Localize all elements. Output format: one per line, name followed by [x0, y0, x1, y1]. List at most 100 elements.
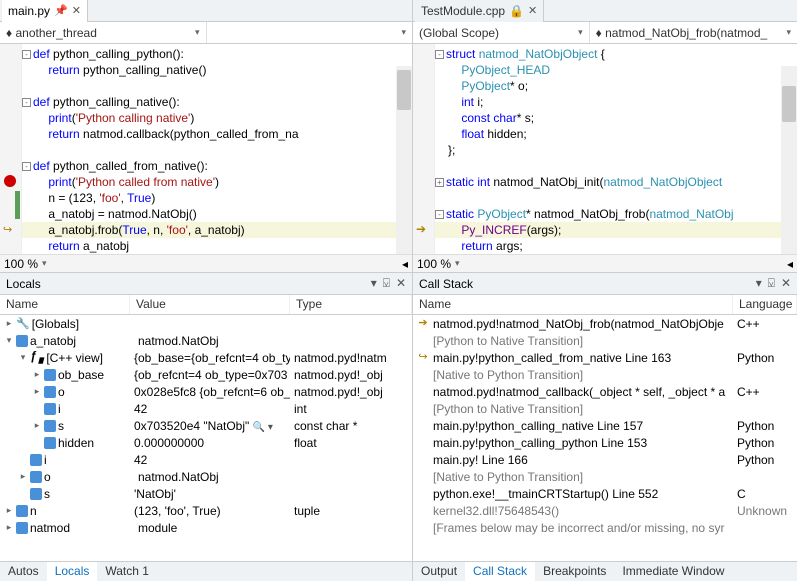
expand-toggle[interactable]: ▸ — [32, 386, 42, 397]
window-dropdown-icon[interactable]: ▾ — [756, 276, 762, 291]
locals-row[interactable]: ▸ natmodmodule — [0, 519, 412, 536]
callstack-row[interactable]: [Python to Native Transition] — [413, 400, 797, 417]
left-zoom-bar: 100 % ▾ ◂ — [0, 254, 412, 272]
locals-row[interactable]: ▸🔧 [Globals] — [0, 315, 412, 332]
chevron-left-icon[interactable]: ◂ — [402, 257, 408, 271]
locals-row[interactable]: ▸ o0x028e5fc8 {ob_refcnt=6 ob_tnatmod.py… — [0, 383, 412, 400]
locals-row[interactable]: ▾ƒ∎ [C++ view]{ob_base={ob_refcnt=4 ob_t… — [0, 349, 412, 366]
var-value: {ob_refcnt=4 ob_type=0x703 — [130, 368, 290, 382]
expand-toggle[interactable]: ▸ — [32, 369, 42, 380]
col-language[interactable]: Language — [733, 295, 797, 314]
locals-row[interactable]: ▸ n(123, 'foo', True)tuple — [0, 502, 412, 519]
callstack-row[interactable]: natmod.pyd!natmod_callback(_object * sel… — [413, 383, 797, 400]
expand-toggle[interactable]: ▸ — [18, 471, 28, 482]
callstack-body[interactable]: ➔natmod.pyd!natmod_NatObj_frob(natmod_Na… — [413, 315, 797, 561]
collapse-toggle[interactable]: - — [22, 50, 31, 59]
col-value[interactable]: Value — [130, 295, 290, 314]
left-code-area[interactable]: ↪ -def python_calling_python(): return p… — [0, 44, 412, 254]
member-dropdown[interactable]: ♦ natmod_NatObj_frob(natmod_ ▾ — [590, 22, 797, 43]
right-code-area[interactable]: ➔ -struct natmod_NatObjObject { PyObject… — [413, 44, 797, 254]
close-icon[interactable]: ✕ — [396, 276, 406, 291]
frame-name: main.py!python_calling_python Line 153 — [433, 436, 647, 450]
col-type[interactable]: Type — [290, 295, 412, 314]
frame-icon — [417, 368, 429, 380]
chevron-left-icon[interactable]: ◂ — [787, 257, 793, 271]
visualizer-icon[interactable]: 🔍 ▾ — [253, 422, 273, 433]
tab-watch1[interactable]: Watch 1 — [97, 562, 157, 581]
locals-columns[interactable]: Name Value Type — [0, 295, 412, 315]
right-gutter[interactable]: ➔ — [413, 44, 435, 254]
breakpoint-icon[interactable] — [4, 175, 16, 187]
col-name[interactable]: Name — [0, 295, 130, 314]
locals-tabs: Autos Locals Watch 1 — [0, 561, 412, 581]
callstack-row[interactable]: [Native to Python Transition] — [413, 366, 797, 383]
expand-toggle[interactable]: ▸ — [4, 505, 14, 516]
locals-row[interactable]: ▾ a_natobjnatmod.NatObj — [0, 332, 412, 349]
scrollbar-vertical[interactable] — [396, 66, 412, 254]
callstack-row[interactable]: main.py!python_calling_python Line 153 Py… — [413, 434, 797, 451]
variable-icon — [16, 522, 28, 534]
close-icon[interactable]: ✕ — [72, 4, 81, 17]
zoom-level[interactable]: 100 % — [417, 257, 451, 271]
callstack-row[interactable]: [Frames below may be incorrect and/or mi… — [413, 519, 797, 536]
tab-main-py[interactable]: main.py 📌 ✕ — [2, 0, 88, 22]
callstack-row[interactable]: [Native to Python Transition] — [413, 468, 797, 485]
expand-toggle[interactable]: ▸ — [4, 318, 14, 329]
locals-row[interactable]: ▸ s0x703520e4 "NatObj" 🔍 ▾const char * — [0, 417, 412, 434]
tab-locals[interactable]: Locals — [47, 562, 98, 581]
tab-testmodule-cpp[interactable]: TestModule.cpp 🔒 ✕ — [415, 0, 544, 22]
window-dropdown-icon[interactable]: ▾ — [371, 276, 377, 291]
locals-row[interactable]: s'NatObj' — [0, 485, 412, 502]
locals-row[interactable]: i42 — [0, 451, 412, 468]
expand-toggle[interactable]: ▸ — [32, 420, 42, 431]
zoom-level[interactable]: 100 % — [4, 257, 38, 271]
pin-icon[interactable]: ⍌ — [768, 276, 775, 291]
expand-toggle[interactable]: ▾ — [18, 352, 28, 363]
frame-lang: Python — [733, 351, 797, 365]
left-gutter[interactable]: ↪ — [0, 44, 22, 254]
collapse-toggle[interactable]: + — [435, 178, 444, 187]
var-name: natmod — [30, 521, 70, 535]
callstack-row[interactable]: ↪main.py!python_called_from_native Line … — [413, 349, 797, 366]
scrollbar-vertical[interactable] — [781, 66, 797, 254]
tab-breakpoints[interactable]: Breakpoints — [535, 562, 614, 581]
member-dropdown[interactable]: ▾ — [207, 22, 413, 43]
scroll-thumb[interactable] — [782, 86, 796, 122]
current-frame-icon: ➔ — [417, 317, 429, 329]
callstack-row[interactable]: [Python to Native Transition] — [413, 332, 797, 349]
col-name[interactable]: Name — [413, 295, 733, 314]
tab-callstack[interactable]: Call Stack — [465, 562, 535, 581]
scroll-thumb[interactable] — [397, 70, 411, 110]
expand-toggle[interactable]: ▾ — [4, 335, 14, 346]
callstack-row[interactable]: ➔natmod.pyd!natmod_NatObj_frob(natmod_Na… — [413, 315, 797, 332]
callstack-row[interactable]: main.py! Line 166Python — [413, 451, 797, 468]
scope-dropdown[interactable]: (Global Scope) ▾ — [413, 22, 590, 43]
expand-toggle[interactable]: ▸ — [4, 522, 14, 533]
tab-autos[interactable]: Autos — [0, 562, 47, 581]
collapse-toggle[interactable]: - — [435, 50, 444, 59]
collapse-toggle[interactable]: - — [22, 162, 31, 171]
right-code[interactable]: -struct natmod_NatObjObject { PyObject_H… — [435, 44, 797, 254]
close-icon[interactable]: ✕ — [528, 4, 537, 17]
tab-output[interactable]: Output — [413, 562, 465, 581]
collapse-toggle[interactable]: - — [22, 98, 31, 107]
locals-row[interactable]: i42int — [0, 400, 412, 417]
locals-row[interactable]: hidden0.000000000float — [0, 434, 412, 451]
chevron-down-icon[interactable]: ▾ — [42, 258, 47, 269]
close-icon[interactable]: ✕ — [781, 276, 791, 291]
left-code[interactable]: -def python_calling_python(): return pyt… — [22, 44, 412, 254]
callstack-row[interactable]: python.exe!__tmainCRTStartup() Line 552C — [413, 485, 797, 502]
locals-row[interactable]: ▸ onatmod.NatObj — [0, 468, 412, 485]
locals-row[interactable]: ▸ ob_base{ob_refcnt=4 ob_type=0x703natmo… — [0, 366, 412, 383]
callstack-row[interactable]: kernel32.dll!75648543()Unknown — [413, 502, 797, 519]
callstack-columns[interactable]: Name Language — [413, 295, 797, 315]
pin-icon[interactable]: ⍌ — [383, 276, 390, 291]
callstack-row[interactable]: main.py!python_calling_native Line 157Py… — [413, 417, 797, 434]
collapse-toggle[interactable]: - — [435, 210, 444, 219]
chevron-down-icon[interactable]: ▾ — [455, 258, 460, 269]
scope-dropdown[interactable]: ♦ another_thread ▾ — [0, 22, 207, 43]
pin-icon[interactable]: 📌 — [54, 4, 68, 17]
tab-immediate[interactable]: Immediate Window — [614, 562, 732, 581]
frame-lang: Python — [733, 436, 797, 450]
locals-body[interactable]: ▸🔧 [Globals]▾ a_natobjnatmod.NatObj▾ƒ∎ [… — [0, 315, 412, 561]
